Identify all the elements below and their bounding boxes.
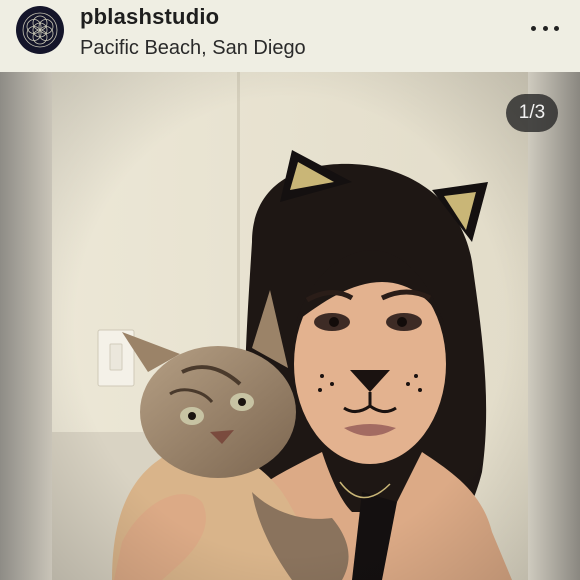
dot-icon — [542, 25, 548, 31]
post-location[interactable]: Pacific Beach, San Diego — [80, 37, 306, 60]
profile-avatar[interactable] — [16, 6, 64, 54]
dot-icon — [531, 25, 536, 31]
post-username[interactable]: pblashstudio — [80, 4, 219, 30]
dot-icon — [554, 25, 559, 31]
more-options-icon[interactable] — [531, 18, 559, 38]
seed-of-life-logo — [22, 12, 58, 48]
photo-vignette — [52, 72, 528, 580]
post-photo[interactable] — [52, 72, 528, 580]
post-header: pblashstudio Pacific Beach, San Diego — [0, 0, 580, 72]
image-counter-badge: 1/3 — [506, 94, 558, 132]
photo-illustration — [52, 72, 528, 580]
